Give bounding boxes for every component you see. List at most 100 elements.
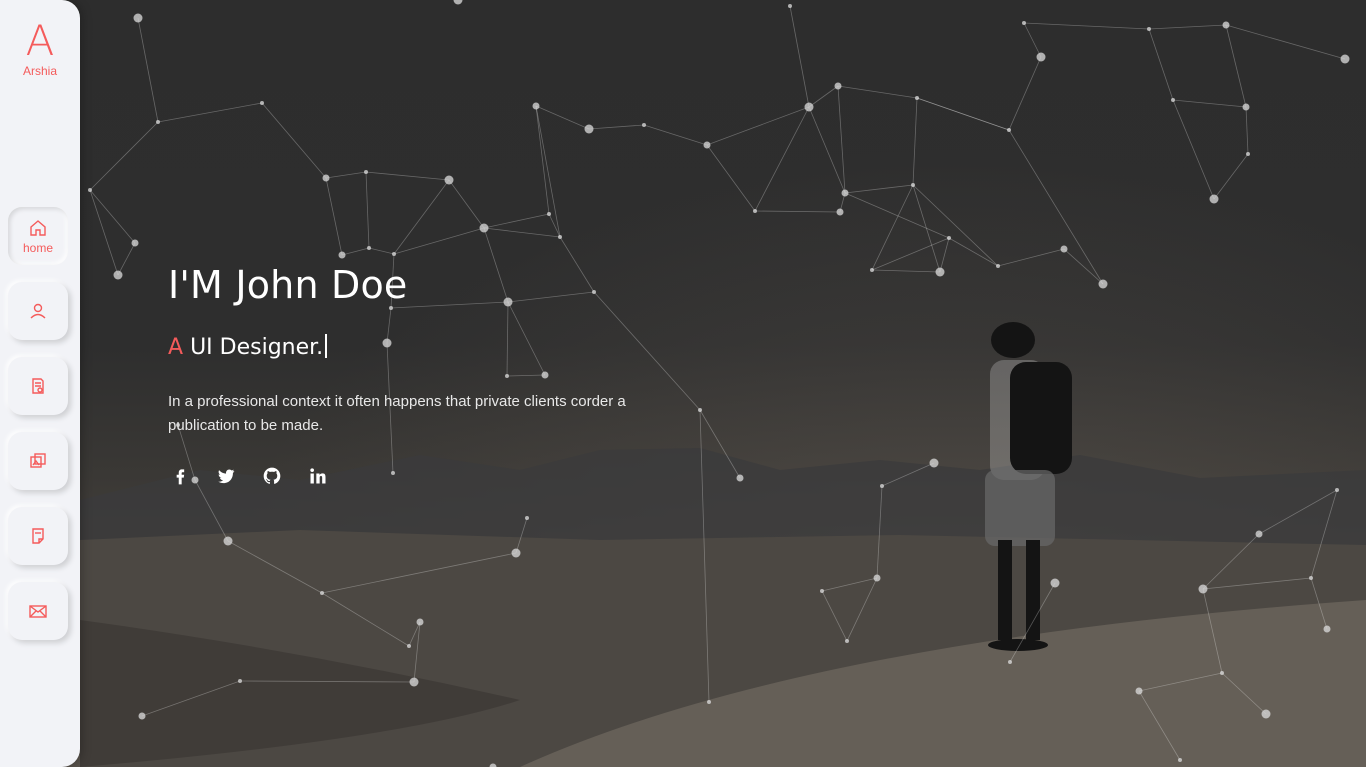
network-line (1225, 24, 1247, 108)
nav-item-portfolio[interactable] (8, 432, 68, 490)
blog-icon (32, 528, 44, 544)
network-line (808, 106, 846, 194)
network-line (706, 106, 810, 146)
network-dot (753, 209, 757, 213)
network-dot (1060, 245, 1068, 253)
network-line (1202, 577, 1312, 590)
network-line (871, 184, 914, 271)
network-line (1138, 690, 1181, 761)
network-line (1225, 24, 1346, 60)
network-line (483, 227, 561, 238)
network-line (1008, 56, 1042, 131)
mail-icon (29, 605, 47, 618)
network-dot (1220, 671, 1224, 675)
network-dot (479, 223, 489, 233)
network-dot (1242, 103, 1250, 111)
network-dot (870, 268, 874, 272)
hero-description: In a professional context it often happe… (168, 393, 626, 434)
network-line (321, 552, 517, 594)
facebook-link[interactable] (168, 464, 192, 488)
network-dot (525, 516, 529, 520)
network-dot (138, 712, 146, 720)
network-dot (223, 536, 233, 546)
network-dot (416, 618, 424, 626)
github-icon (263, 467, 281, 484)
network-dot (1135, 687, 1143, 695)
network-line (239, 680, 415, 683)
network-line (1245, 106, 1249, 155)
twitter-link[interactable] (214, 464, 238, 488)
network-dot (820, 589, 824, 593)
nav-item-blog[interactable] (8, 507, 68, 565)
network-line (871, 269, 941, 273)
network-line (515, 517, 528, 554)
network-line (1202, 588, 1223, 674)
sidebar: A Arshia home (0, 0, 80, 767)
nav-item-resume[interactable] (8, 357, 68, 415)
network-line (194, 479, 229, 542)
network-line (535, 105, 550, 215)
subtitle-accent: A (168, 335, 184, 360)
network-line (325, 171, 367, 179)
github-link[interactable] (260, 464, 284, 488)
network-dot (511, 548, 521, 558)
network-line (1138, 672, 1223, 692)
network-line (1023, 22, 1042, 58)
network-dot (1198, 584, 1208, 594)
network-line (837, 85, 918, 99)
linkedin-link[interactable] (306, 464, 330, 488)
network-dot (133, 13, 143, 23)
network-line (846, 577, 878, 642)
network-dot (873, 574, 881, 582)
network-line (821, 577, 878, 592)
network-line (1310, 577, 1328, 630)
social-links (168, 464, 688, 488)
nav-item-about[interactable] (8, 282, 68, 340)
typing-cursor (325, 334, 328, 358)
network-line (1148, 28, 1174, 101)
network-dot (736, 474, 744, 482)
network-dot (156, 120, 160, 124)
network-line (1221, 672, 1267, 715)
network-dot (1098, 279, 1108, 289)
network-line (227, 540, 323, 594)
logo-letter: A (25, 16, 55, 65)
network-line (117, 242, 136, 276)
network-dot (1022, 21, 1026, 25)
network-line (368, 247, 395, 255)
network-dot (1050, 578, 1060, 588)
network-dot (911, 183, 915, 187)
brand-logo[interactable]: A Arshia (0, 16, 80, 79)
network-dot (915, 96, 919, 100)
network-line (1148, 24, 1227, 30)
network-line (365, 171, 370, 249)
network-line (706, 144, 756, 212)
network-line (699, 409, 741, 479)
nav-item-contact[interactable] (8, 582, 68, 640)
network-dot (88, 188, 92, 192)
hero-content: I'M John Doe A UI Designer. In a profess… (168, 262, 688, 488)
portfolio-icon (30, 453, 46, 468)
network-dot (238, 679, 242, 683)
network-dot (880, 484, 884, 488)
logo-name: Arshia (22, 64, 57, 78)
network-line (881, 462, 935, 487)
network-dot (1323, 625, 1331, 633)
network-line (483, 213, 550, 229)
network-line (789, 5, 810, 108)
network-dot (392, 252, 396, 256)
network-line (1310, 489, 1338, 579)
home-icon (30, 219, 46, 236)
network-line (844, 192, 950, 239)
network-line (1008, 129, 1104, 285)
network-dot (547, 212, 551, 216)
linkedin-icon (310, 468, 326, 484)
network-dot (996, 264, 1000, 268)
nav-item-home[interactable]: home (8, 207, 68, 265)
facebook-icon (176, 469, 185, 485)
network-line (821, 590, 848, 642)
network-dot (407, 644, 411, 648)
network-line (912, 97, 918, 186)
network-dot (707, 700, 711, 704)
network-dot (1246, 152, 1250, 156)
